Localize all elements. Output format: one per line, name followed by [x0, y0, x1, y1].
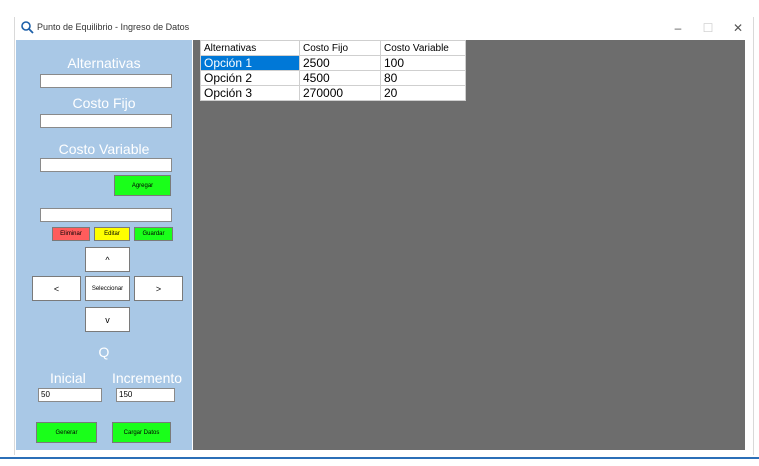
taskbar-edge	[0, 457, 759, 459]
cargar-datos-button[interactable]: Cargar Datos	[112, 422, 171, 443]
inicial-input[interactable]: 50	[38, 388, 102, 402]
close-button[interactable]: ✕	[725, 19, 751, 37]
alternativas-input[interactable]	[40, 74, 172, 88]
maximize-button[interactable]: ☐	[695, 19, 721, 37]
incremento-input[interactable]: 150	[116, 388, 175, 402]
q-label: Q	[98, 344, 110, 360]
table-row[interactable]: Opción 3 270000 20	[200, 85, 466, 101]
cell-alternativa[interactable]: Opción 1	[200, 55, 300, 71]
window-title: Punto de Equilibrio - Ingreso de Datos	[37, 22, 190, 32]
guardar-button[interactable]: Guardar	[134, 227, 173, 241]
costo-fijo-input[interactable]	[40, 114, 172, 128]
cell-costo-fijo[interactable]: 270000	[299, 85, 381, 101]
right-button[interactable]: >	[134, 276, 183, 301]
costo-variable-input[interactable]	[40, 158, 172, 172]
cell-alternativa[interactable]: Opción 3	[200, 85, 300, 101]
cell-costo-variable[interactable]: 100	[380, 55, 466, 71]
edit-input[interactable]	[40, 208, 172, 222]
inicial-label: Inicial	[50, 370, 86, 386]
costo-fijo-label: Costo Fijo	[72, 95, 136, 111]
cell-costo-variable[interactable]: 80	[380, 70, 466, 86]
generar-button[interactable]: Generar	[36, 422, 97, 443]
title-bar: Punto de Equilibrio - Ingreso de Datos –…	[15, 17, 753, 39]
agregar-button[interactable]: Agregar	[114, 175, 171, 196]
incremento-label: Incremento	[112, 370, 183, 386]
magnifier-icon	[21, 21, 34, 34]
minimize-button[interactable]: –	[665, 19, 691, 37]
seleccionar-button[interactable]: Seleccionar	[85, 276, 130, 301]
cell-costo-variable[interactable]: 20	[380, 85, 466, 101]
data-grid[interactable]: Alternativas Costo Fijo Costo Variable O…	[200, 40, 466, 101]
table-row[interactable]: Opción 1 2500 100	[200, 55, 466, 71]
cell-alternativa[interactable]: Opción 2	[200, 70, 300, 86]
grid-header-row: Alternativas Costo Fijo Costo Variable	[200, 40, 466, 56]
cell-costo-fijo[interactable]: 4500	[299, 70, 381, 86]
editar-button[interactable]: Editar	[94, 227, 130, 241]
eliminar-button[interactable]: Eliminar	[52, 227, 90, 241]
down-button[interactable]: v	[85, 307, 130, 332]
alternativas-label: Alternativas	[67, 55, 141, 71]
header-costo-variable[interactable]: Costo Variable	[380, 40, 466, 56]
table-row[interactable]: Opción 2 4500 80	[200, 70, 466, 86]
cell-costo-fijo[interactable]: 2500	[299, 55, 381, 71]
data-grid-background	[193, 40, 745, 450]
left-button[interactable]: <	[32, 276, 81, 301]
input-sidebar: Alternativas Costo Fijo Costo Variable A…	[16, 40, 192, 450]
header-costo-fijo[interactable]: Costo Fijo	[299, 40, 381, 56]
up-button[interactable]: ^	[85, 247, 130, 272]
header-alternativas[interactable]: Alternativas	[200, 40, 300, 56]
costo-variable-label: Costo Variable	[58, 141, 150, 157]
